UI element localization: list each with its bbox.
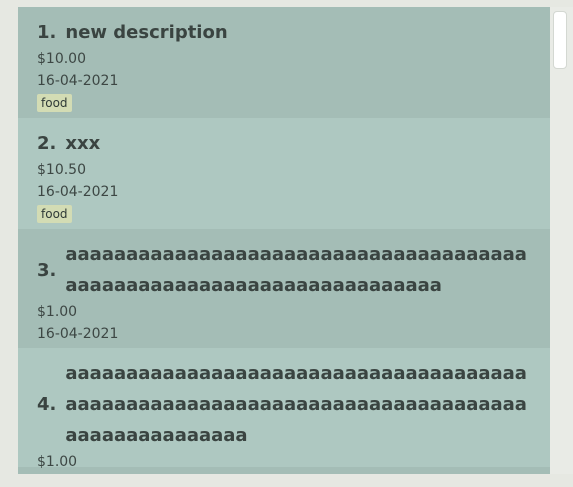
list-item[interactable]: 2. xxx $10.50 16-04-2021 food bbox=[18, 118, 550, 229]
expense-tag: food bbox=[37, 94, 72, 112]
expense-title: 4. aaaaaaaaaaaaaaaaaaaaaaaaaaaaaaaaaaaaa… bbox=[37, 358, 531, 451]
scrollbar-track[interactable] bbox=[550, 7, 573, 474]
expense-date: 16-04-2021 bbox=[37, 184, 119, 200]
expense-date: 16-04-2021 bbox=[37, 326, 119, 342]
expense-index: 2. bbox=[37, 133, 57, 154]
expense-title: 2. xxx bbox=[37, 128, 531, 159]
list-bottom-edge bbox=[18, 474, 550, 487]
expense-description: new description bbox=[65, 22, 228, 43]
expense-description: xxx bbox=[65, 133, 101, 154]
expense-amount: $1.00 bbox=[37, 304, 78, 320]
expense-amount: $10.00 bbox=[37, 51, 86, 67]
expense-list[interactable]: 1. new description $10.00 16-04-2021 foo… bbox=[18, 7, 550, 474]
expense-title: 3. aaaaaaaaaaaaaaaaaaaaaaaaaaaaaaaaaaaaa… bbox=[37, 239, 531, 301]
expense-index: 4. bbox=[37, 394, 57, 415]
expense-date: 16-04-2021 bbox=[37, 73, 119, 89]
expense-amount: $1.00 bbox=[37, 454, 78, 470]
expense-list-window: 1. new description $10.00 16-04-2021 foo… bbox=[0, 0, 573, 487]
expense-description: aaaaaaaaaaaaaaaaaaaaaaaaaaaaaaaaaaaaaaaa… bbox=[65, 244, 527, 296]
expense-description: aaaaaaaaaaaaaaaaaaaaaaaaaaaaaaaaaaaaaaaa… bbox=[65, 363, 527, 446]
list-item[interactable]: 3. aaaaaaaaaaaaaaaaaaaaaaaaaaaaaaaaaaaaa… bbox=[18, 229, 550, 348]
expense-index: 1. bbox=[37, 22, 57, 43]
expense-index: 3. bbox=[37, 259, 57, 281]
scrollbar-thumb[interactable] bbox=[553, 11, 567, 69]
expense-amount: $10.50 bbox=[37, 162, 86, 178]
list-item[interactable]: 4. aaaaaaaaaaaaaaaaaaaaaaaaaaaaaaaaaaaaa… bbox=[18, 348, 550, 470]
list-item[interactable]: 1. new description $10.00 16-04-2021 foo… bbox=[18, 7, 550, 118]
expense-title: 1. new description bbox=[37, 17, 531, 48]
expense-tag: food bbox=[37, 205, 72, 223]
